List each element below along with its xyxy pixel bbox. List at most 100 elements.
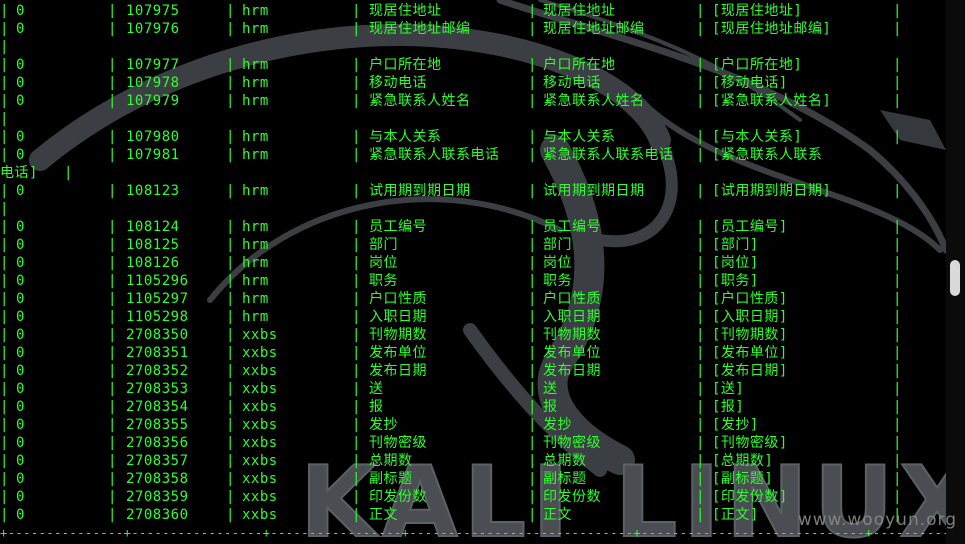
- row-border: |: [352, 453, 361, 469]
- table-row: | | | | | | | 0 2708350 xxbs 刊物期数 刊物期数 [刊物期数]: [0, 326, 946, 344]
- row-border: |: [528, 237, 537, 253]
- cell-b: 1105296: [126, 273, 189, 289]
- row-border: |: [352, 291, 361, 307]
- row-border: |: [226, 471, 235, 487]
- row-border: |: [352, 399, 361, 415]
- row-border: |: [108, 327, 117, 343]
- cell-b: 107979: [126, 93, 180, 109]
- table-row: |: [0, 200, 946, 218]
- cell-b: 2708359: [126, 489, 189, 505]
- cell-b: 107981: [126, 147, 180, 163]
- row-border: |: [226, 309, 235, 325]
- cell-c: hrm: [242, 237, 269, 253]
- cell-c: hrm: [242, 21, 269, 37]
- row-border: |: [352, 21, 361, 37]
- cell-c: xxbs: [242, 507, 278, 523]
- row-border: |: [0, 345, 9, 361]
- row-border: |: [528, 273, 537, 289]
- row-border: |: [696, 57, 705, 73]
- row-border: |: [696, 273, 705, 289]
- row-border: |: [0, 327, 9, 343]
- row-border: |: [352, 57, 361, 73]
- cell-e: 刊物期数: [543, 327, 601, 343]
- cell-d: 正文: [369, 507, 398, 523]
- row-border: |: [696, 75, 705, 91]
- row-border: |: [108, 147, 117, 163]
- row-border: |: [696, 183, 705, 199]
- row-border: |: [528, 471, 537, 487]
- cell-b: 108124: [126, 219, 180, 235]
- cell-e: 报: [543, 399, 558, 415]
- cell-d: 与本人关系: [369, 129, 442, 145]
- row-border: |: [352, 273, 361, 289]
- cell-e: 户口所在地: [543, 57, 616, 73]
- cell-f: [移动电话]: [712, 75, 788, 91]
- row-border: |: [226, 291, 235, 307]
- terminal-scrollbar[interactable]: [946, 0, 965, 544]
- table-row: | | | | | | | 0 2708355 xxbs 发抄 发抄 [发抄]: [0, 416, 946, 434]
- cell-d: 刊物期数: [369, 327, 427, 343]
- row-border: |: [226, 435, 235, 451]
- cell-c: xxbs: [242, 471, 278, 487]
- cell-d: 户口所在地: [369, 57, 442, 73]
- cell-a: 0: [16, 57, 25, 73]
- row-border: |: [226, 417, 235, 433]
- row-border: |: [108, 309, 117, 325]
- row-border: |: [893, 345, 902, 361]
- row-border: |: [0, 93, 9, 109]
- row-border: |: [528, 363, 537, 379]
- table-row: | | | | | | | 0 107978 hrm 移动电话 移动电话 [移动电话]: [0, 74, 946, 92]
- row-border: |: [893, 471, 902, 487]
- cell-e: 移动电话: [543, 75, 601, 91]
- cell-f: [总期数]: [712, 453, 774, 469]
- row-border: |: [352, 75, 361, 91]
- row-border: |: [108, 237, 117, 253]
- cell-b: 107977: [126, 57, 180, 73]
- row-border: |: [352, 471, 361, 487]
- row-border: |: [226, 57, 235, 73]
- row-border: |: [108, 129, 117, 145]
- row-border: |: [226, 345, 235, 361]
- cell-a: 0: [16, 309, 25, 325]
- row-border: |: [528, 453, 537, 469]
- cell-a: 0: [16, 291, 25, 307]
- row-border: |: [528, 255, 537, 271]
- cell-a: 0: [16, 471, 25, 487]
- row-border: |: [108, 291, 117, 307]
- scrollbar-thumb[interactable]: [950, 260, 960, 296]
- cell-a: 0: [16, 75, 25, 91]
- cell-d: 紧急联系人姓名: [369, 93, 471, 109]
- cell-f: [入职日期]: [712, 309, 788, 325]
- cell-e: 现居住地址邮编: [543, 21, 645, 37]
- cell-d: 员工编号: [369, 219, 427, 235]
- cell-a: 0: [16, 399, 25, 415]
- table-row: | | | | | | | 0 108125 hrm 部门 部门 [部门]: [0, 236, 946, 254]
- row-border: |: [893, 183, 902, 199]
- row-border: |: [226, 3, 235, 19]
- row-border: |: [108, 507, 117, 523]
- cell-d: 部门: [369, 237, 398, 253]
- cell-f: [刊物密级]: [712, 435, 788, 451]
- cell-e: 刊物密级: [543, 435, 601, 451]
- cell-e: 紧急联系人姓名: [543, 93, 645, 109]
- row-border: |: [893, 93, 902, 109]
- row-border: |: [528, 147, 537, 163]
- cell-e: 员工编号: [543, 219, 601, 235]
- row-border: |: [108, 219, 117, 235]
- row-border: |: [108, 417, 117, 433]
- cell-e: 入职日期: [543, 309, 601, 325]
- row-border: |: [696, 309, 705, 325]
- cell-b: 108125: [126, 237, 180, 253]
- table-row: | | | | | | | 0 108126 hrm 岗位 岗位 [岗位]: [0, 254, 946, 272]
- row-border: |: [226, 129, 235, 145]
- cell-e: 现居住地址: [543, 3, 616, 19]
- row-border: |: [696, 471, 705, 487]
- row-border: |: [352, 435, 361, 451]
- cell-c: hrm: [242, 129, 269, 145]
- cell-c: hrm: [242, 219, 269, 235]
- cell-f: [紧急联系人姓名]: [712, 93, 832, 109]
- row-border: |: [528, 93, 537, 109]
- cell-f: [户口性质]: [712, 291, 788, 307]
- row-border: |: [528, 435, 537, 451]
- cell-e: 与本人关系: [543, 129, 616, 145]
